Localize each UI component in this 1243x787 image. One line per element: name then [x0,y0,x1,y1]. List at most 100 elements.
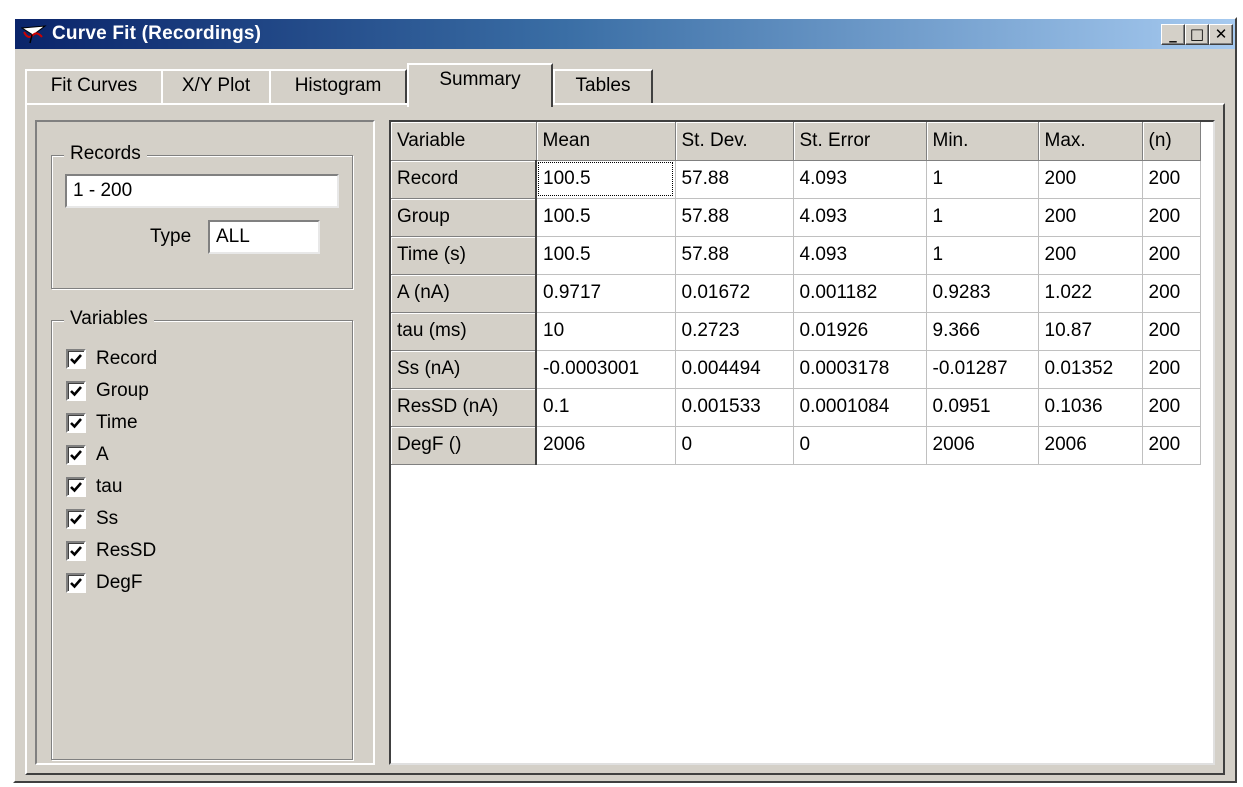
checkbox[interactable] [66,381,86,401]
tab-xy-plot[interactable]: X/Y Plot [161,69,271,103]
table-cell[interactable]: 1 [926,236,1039,275]
table-cell[interactable]: 57.88 [675,236,794,275]
checkmark-icon [70,578,82,589]
table-row: Group 100.5 57.88 4.093 1 200 200 [391,198,1201,237]
table-header-row: Variable Mean St. Dev. St. Error Min. Max. (n) [391,122,1201,161]
table-cell[interactable]: 0 [793,426,927,465]
table-cell[interactable]: 200 [1142,198,1201,237]
variable-checkbox-a[interactable]: A [66,439,157,471]
variable-checkbox-ressd[interactable]: ResSD [66,535,157,567]
column-header[interactable]: Max. [1038,122,1143,161]
checkbox[interactable] [66,413,86,433]
row-header[interactable]: Group [391,198,537,237]
variable-checkbox-time[interactable]: Time [66,407,157,439]
table-cell[interactable]: 1.022 [1038,274,1143,313]
row-header[interactable]: ResSD (nA) [391,388,537,427]
records-range-input[interactable] [65,174,339,208]
variable-checkbox-group[interactable]: Group [66,375,157,407]
checkbox[interactable] [66,573,86,593]
table-cell[interactable]: 10.87 [1038,312,1143,351]
checkbox[interactable] [66,541,86,561]
table-cell[interactable]: 200 [1038,198,1143,237]
table-cell[interactable]: 100.5 [536,236,676,275]
table-cell[interactable]: 100.5 [536,198,676,237]
table-row: tau (ms) 10 0.2723 0.01926 9.366 10.87 200 [391,312,1201,351]
table-cell[interactable]: 0.2723 [675,312,794,351]
table-cell[interactable]: 200 [1142,312,1201,351]
maximize-button[interactable]: □ [1185,24,1209,45]
row-header[interactable]: Time (s) [391,236,537,275]
row-header[interactable]: DegF () [391,426,537,465]
minimize-button[interactable]: _ [1161,24,1185,45]
table-cell[interactable]: 2006 [536,426,676,465]
column-header[interactable]: Variable [391,122,537,161]
variable-label: tau [96,476,123,497]
table-cell[interactable]: 1 [926,160,1039,199]
table-cell[interactable]: 0.0951 [926,388,1039,427]
table-cell[interactable]: 0.9717 [536,274,676,313]
tab-fit-curves[interactable]: Fit Curves [25,69,163,103]
table-cell[interactable]: 0.9283 [926,274,1039,313]
table-cell[interactable]: 0.1036 [1038,388,1143,427]
close-button[interactable]: ✕ [1209,24,1233,45]
variables-group-title: Variables [64,308,154,330]
table-cell[interactable]: 200 [1038,160,1143,199]
checkbox[interactable] [66,445,86,465]
table-cell[interactable]: 100.5 [536,160,676,199]
table-cell[interactable]: 200 [1142,350,1201,389]
column-header[interactable]: Min. [926,122,1039,161]
table-cell[interactable]: 0.004494 [675,350,794,389]
type-input[interactable] [208,220,320,254]
tab-tables[interactable]: Tables [553,69,653,103]
table-cell[interactable]: 0.1 [536,388,676,427]
table-cell[interactable]: 200 [1142,236,1201,275]
tab-summary[interactable]: Summary [407,63,553,107]
variables-group: Variables Record Group Time Atau Ss ResSD DegF [51,308,353,760]
table-cell[interactable]: 200 [1142,274,1201,313]
column-header[interactable]: Mean [536,122,676,161]
table-cell[interactable]: 57.88 [675,160,794,199]
table-cell[interactable]: 0 [675,426,794,465]
table-cell[interactable]: 200 [1142,426,1201,465]
table-cell[interactable]: 4.093 [793,160,927,199]
variable-checkbox-degf[interactable]: DegF [66,567,157,599]
row-header[interactable]: Record [391,160,537,199]
checkbox[interactable] [66,509,86,529]
table-cell[interactable]: 200 [1142,160,1201,199]
checkbox[interactable] [66,349,86,369]
table-cell[interactable]: 4.093 [793,236,927,275]
row-header[interactable]: tau (ms) [391,312,537,351]
table-cell[interactable]: 0.001533 [675,388,794,427]
table-cell[interactable]: -0.01287 [926,350,1039,389]
table-cell[interactable]: 2006 [926,426,1039,465]
table-cell[interactable]: 0.0001084 [793,388,927,427]
variable-checkbox-record[interactable]: Record [66,343,157,375]
variable-checkbox-tau[interactable]: tau [66,471,157,503]
title-bar[interactable]: Curve Fit (Recordings) _ □ ✕ [15,19,1235,49]
column-header[interactable]: (n) [1142,122,1201,161]
table-cell[interactable]: 200 [1038,236,1143,275]
row-header[interactable]: Ss (nA) [391,350,537,389]
table-row: A (nA) 0.9717 0.01672 0.001182 0.9283 1.022 20… [391,274,1201,313]
table-cell[interactable]: 9.366 [926,312,1039,351]
table-cell[interactable]: 4.093 [793,198,927,237]
row-header[interactable]: A (nA) [391,274,537,313]
table-cell[interactable]: 0.01352 [1038,350,1143,389]
tab-histogram[interactable]: Histogram [269,69,407,103]
variable-checkbox-ss[interactable]: Ss [66,503,157,535]
column-header[interactable]: St. Error [793,122,927,161]
table-cell[interactable]: 57.88 [675,198,794,237]
table-cell[interactable]: 1 [926,198,1039,237]
summary-grid[interactable]: Variable Mean St. Dev. St. Error Min. Max. (n)… [389,120,1215,765]
table-cell[interactable]: 2006 [1038,426,1143,465]
table-cell[interactable]: 0.01926 [793,312,927,351]
checkbox[interactable] [66,477,86,497]
table-cell[interactable]: -0.0003001 [536,350,676,389]
table-cell[interactable]: 0.001182 [793,274,927,313]
checkmark-icon [70,546,82,557]
table-cell[interactable]: 10 [536,312,676,351]
table-cell[interactable]: 200 [1142,388,1201,427]
table-cell[interactable]: 0.01672 [675,274,794,313]
table-cell[interactable]: 0.0003178 [793,350,927,389]
column-header[interactable]: St. Dev. [675,122,794,161]
